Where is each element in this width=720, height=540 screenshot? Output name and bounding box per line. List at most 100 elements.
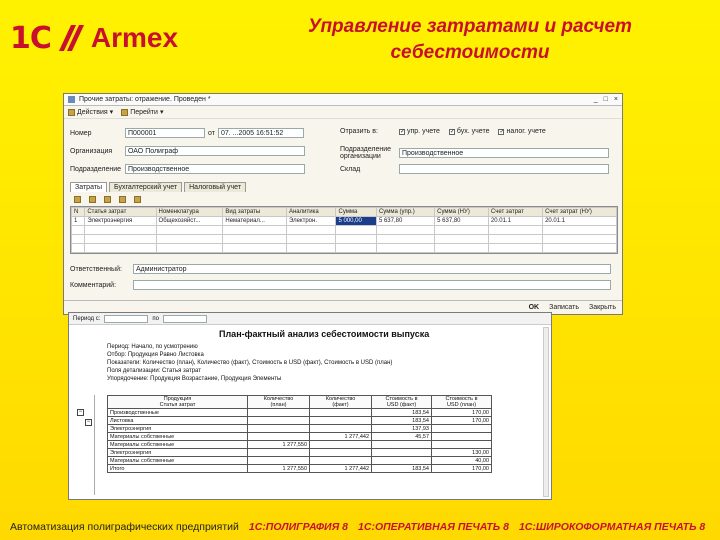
grid-cell[interactable]	[70, 225, 86, 235]
grid-cell[interactable]	[222, 234, 287, 244]
table-row[interactable]: Производственные 183,54 170,00	[107, 408, 492, 417]
table-row[interactable]: Листовка 183,54 170,00	[107, 416, 492, 425]
tab-accounting[interactable]: Бухгалтерский учет	[109, 182, 183, 192]
warehouse-field[interactable]	[399, 164, 609, 174]
report-cell: Материалы собственные	[107, 456, 248, 465]
grid-cell[interactable]	[434, 234, 489, 244]
grid-cell[interactable]	[434, 225, 489, 235]
grid-cell[interactable]: 1	[70, 216, 86, 226]
grid-header-cell[interactable]: Сумма (НУ)	[434, 207, 489, 217]
grid-cell[interactable]	[542, 225, 617, 235]
grid-header-cell[interactable]: Счет затрат	[487, 207, 544, 217]
close-window-button[interactable]: ×	[614, 96, 618, 103]
grid-cell[interactable]: Общехозяйст...	[155, 216, 224, 226]
date-field[interactable]: 07. ...2005 16:51:52	[217, 128, 304, 138]
table-row[interactable]: 1 Электроэнергия Общехозяйст... Нематериал.…	[70, 216, 617, 226]
period-from-field[interactable]	[104, 314, 149, 323]
table-row[interactable]	[70, 225, 617, 235]
grid-cell[interactable]	[487, 225, 544, 235]
grid-cell[interactable]	[335, 225, 377, 235]
grid-cell[interactable]	[487, 243, 544, 253]
grid-header-cell[interactable]: Статья затрат	[84, 207, 157, 217]
grid-cell[interactable]	[335, 243, 377, 253]
grid-cell[interactable]: 20.01.1	[542, 216, 617, 226]
period-to-field[interactable]	[162, 314, 207, 323]
copy-row-icon[interactable]	[89, 196, 96, 203]
check-tax[interactable]: ✓ налог. учете	[498, 128, 546, 135]
grid-cell[interactable]	[375, 243, 436, 253]
maximize-button[interactable]: □	[604, 96, 608, 103]
table-row[interactable]	[70, 243, 617, 253]
org-field[interactable]: ОАО Полиграф	[125, 146, 305, 156]
check-mgmt[interactable]: ✓ упр. учете	[399, 128, 440, 135]
table-row[interactable]: Материалы собственные 1 277,550	[107, 440, 492, 449]
grid-cell[interactable]	[335, 234, 377, 244]
grid-cell[interactable]: 5 637,80	[375, 216, 436, 226]
toolbar: Действия ▾ Перейти ▾	[64, 106, 622, 119]
table-row[interactable]: Материалы собственные 40,00	[107, 456, 492, 465]
dept-field[interactable]: Производственное	[125, 164, 305, 174]
table-row[interactable]: Итого 1 277,550 1 277,442 183,54 170,00	[107, 464, 492, 473]
grid-cell[interactable]	[375, 225, 436, 235]
grid-header-cell[interactable]: Счет затрат (НУ)	[542, 207, 617, 217]
grid-cell[interactable]	[434, 243, 489, 253]
move-down-icon[interactable]	[134, 196, 141, 203]
grid-cell[interactable]	[155, 243, 224, 253]
grid-cell[interactable]: 5 637,80	[434, 216, 489, 226]
grid-cell[interactable]	[285, 243, 337, 253]
table-row[interactable]: Материалы собственные 1 277,442 45,57	[107, 432, 492, 441]
move-up-icon[interactable]	[119, 196, 126, 203]
table-row[interactable]: Электроэнергия 137,93	[107, 424, 492, 433]
delete-row-icon[interactable]	[104, 196, 111, 203]
report-cell	[247, 408, 310, 417]
grid-header-cell[interactable]: Аналитика	[285, 207, 337, 217]
check-acct[interactable]: ✓ бух. учете	[448, 128, 489, 135]
collapse-icon[interactable]: −	[77, 409, 84, 416]
grid-cell[interactable]: Нематериал...	[222, 216, 287, 226]
table-row[interactable]	[70, 234, 617, 244]
grid-header-cell[interactable]: N	[70, 207, 86, 217]
table-row[interactable]: Электроэнергия 130,00	[107, 448, 492, 457]
grid-cell[interactable]	[70, 234, 86, 244]
grid-cell[interactable]	[84, 234, 157, 244]
grid-cell[interactable]: Электроэнергия	[84, 216, 157, 226]
actions-menu[interactable]: Действия ▾	[68, 108, 113, 116]
grid-cell[interactable]	[84, 243, 157, 253]
grid-cell[interactable]	[222, 225, 287, 235]
grid-cell[interactable]	[155, 234, 224, 244]
grid-cell[interactable]	[70, 243, 86, 253]
minimize-button[interactable]: _	[594, 96, 598, 103]
grid-header-cell[interactable]: Вид затраты	[222, 207, 287, 217]
add-row-icon[interactable]	[74, 196, 81, 203]
tab-costs[interactable]: Затраты	[70, 182, 108, 192]
close-button[interactable]: Закрыть	[589, 304, 616, 311]
number-field[interactable]: П000001	[125, 128, 205, 138]
goto-menu[interactable]: Перейти ▾	[121, 108, 163, 116]
grid-header-cell[interactable]: Сумма (упр.)	[375, 207, 436, 217]
responsible-field[interactable]: Администратор	[133, 264, 611, 274]
grid-header-cell[interactable]: Сумма	[335, 207, 377, 217]
footer: Автоматизация полиграфических предприяти…	[0, 514, 720, 540]
grid-cell[interactable]	[487, 234, 544, 244]
grid-cell[interactable]: 5 000,00	[335, 216, 377, 226]
grid-cell[interactable]	[155, 225, 224, 235]
comment-field[interactable]	[133, 280, 611, 290]
grid-cell[interactable]	[222, 243, 287, 253]
grid-cell[interactable]	[542, 243, 617, 253]
grid-cell[interactable]	[542, 234, 617, 244]
dept-org-field[interactable]: Производственное	[399, 148, 609, 158]
ok-button[interactable]: OK	[529, 304, 540, 311]
grid-header-cell[interactable]: Номенклатура	[155, 207, 224, 217]
responsible-label: Ответственный:	[70, 265, 122, 273]
grid-cell[interactable]	[285, 225, 337, 235]
grid-cell[interactable]: 20.01.1	[487, 216, 544, 226]
grid-cell[interactable]	[375, 234, 436, 244]
save-button[interactable]: Записать	[549, 304, 579, 311]
collapse-icon[interactable]: −	[85, 419, 92, 426]
report-cell: Электроэнергия	[107, 424, 248, 433]
vertical-scrollbar[interactable]	[543, 327, 549, 497]
grid-cell[interactable]	[285, 234, 337, 244]
grid-cell[interactable]: Электрон.	[285, 216, 337, 226]
tab-tax[interactable]: Налоговый учет	[184, 182, 247, 192]
grid-cell[interactable]	[84, 225, 157, 235]
